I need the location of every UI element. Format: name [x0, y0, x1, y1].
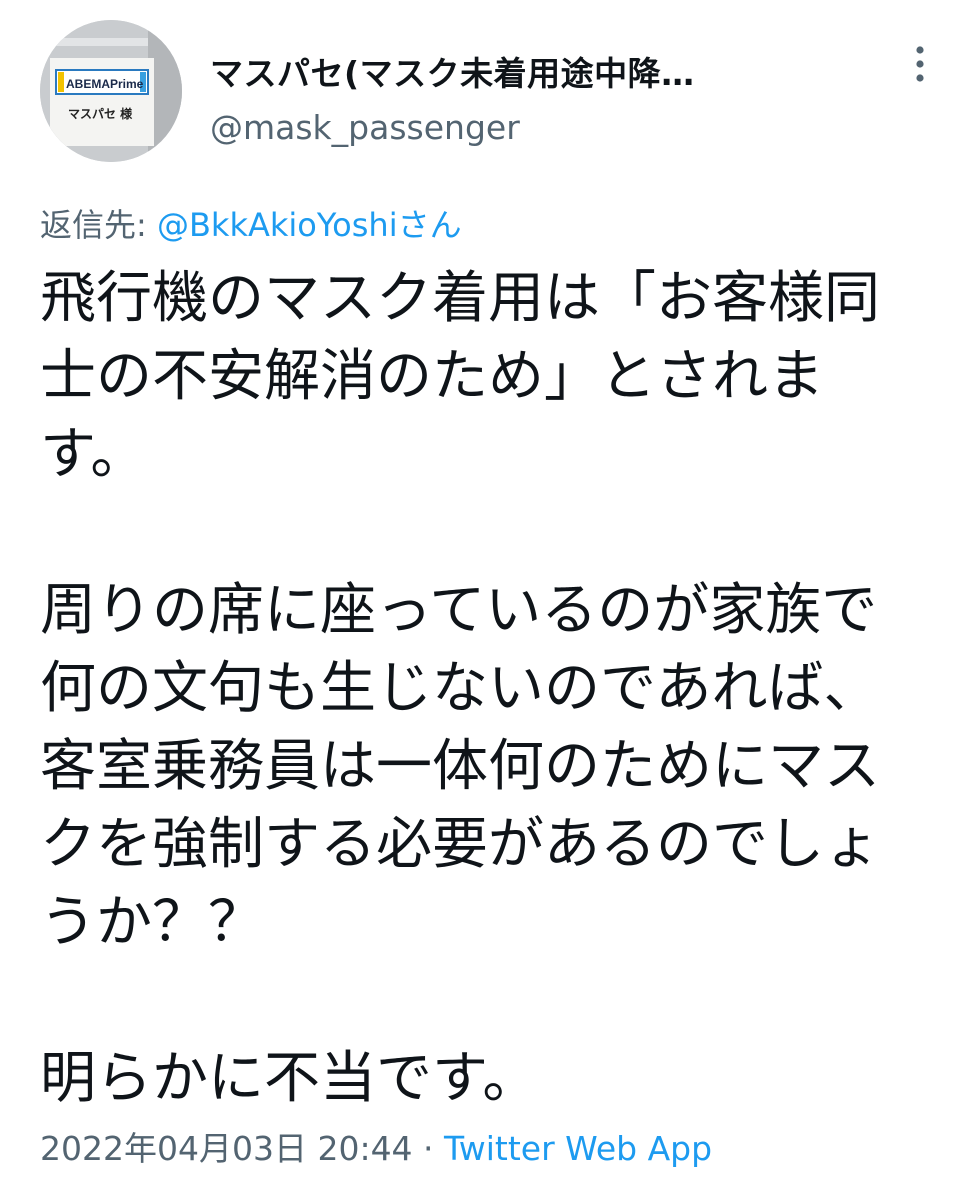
tweet-line: 周りの席に座っているのが家族で — [40, 578, 878, 643]
tweet-line: うか？？ — [40, 890, 264, 955]
tweet-text: 飛行機のマスク着用は「お客様同 士の不安解消のため」とされま す。 周りの席に座… — [40, 260, 930, 1118]
tweet-source-link[interactable]: Twitter Web App — [444, 1129, 712, 1168]
tweet-line: 明らかに不当です。 — [40, 1046, 539, 1111]
meta-separator: · — [412, 1129, 445, 1168]
avatar-name-text: マスパセ 様 — [68, 106, 133, 121]
reply-prefix: 返信先: — [40, 206, 157, 244]
tweet-line: 何の文句も生じないのであれば、 — [40, 656, 880, 721]
tweet-line: す。 — [40, 422, 147, 487]
author-display-name[interactable]: マスパセ(マスク未着用途中降… — [210, 47, 695, 95]
reply-mention-link[interactable]: @BkkAkioYoshiさん — [157, 206, 462, 244]
tweet-meta: 2022年04月03日 20:44 · Twitter Web App — [40, 1122, 712, 1170]
reply-context: 返信先: @BkkAkioYoshiさん — [40, 200, 462, 246]
tweet-line: 飛行機のマスク着用は「お客様同 — [40, 266, 880, 331]
avatar-sign-text: ABEMAPrime — [66, 77, 144, 91]
author-handle[interactable]: @mask_passenger — [210, 108, 520, 147]
tweet-timestamp[interactable]: 2022年04月03日 20:44 — [40, 1129, 413, 1168]
tweet-line: 士の不安解消のため」とされま — [40, 344, 824, 409]
tweet-line: クを強制する必要があるのでしょ — [40, 812, 880, 877]
avatar[interactable]: ABEMAPrime マスパセ 様 — [40, 20, 182, 162]
more-vertical-icon[interactable] — [905, 42, 935, 88]
tweet-line: 客室乗務員は一体何のためにマス — [40, 734, 880, 799]
